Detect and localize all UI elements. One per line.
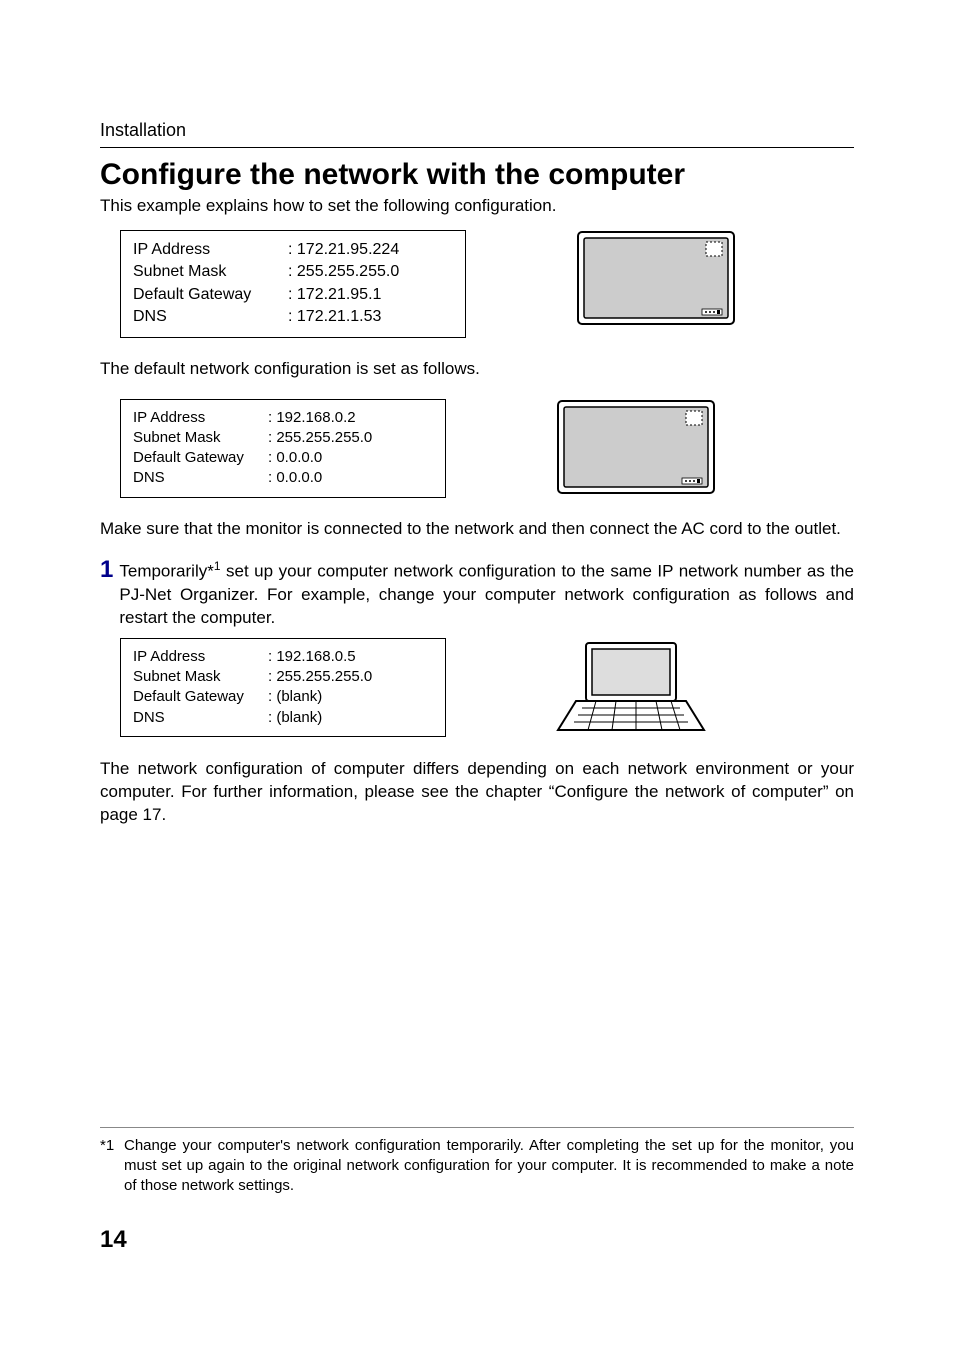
- step-1: 1 Temporarily*1 set up your computer net…: [100, 558, 854, 629]
- target-config-box: IP Address 172.21.95.224 Subnet Mask 255…: [120, 230, 466, 338]
- cfg-value-ip: 172.21.95.224: [288, 239, 399, 261]
- cfg-line: IP Address 192.168.0.5: [133, 647, 433, 667]
- cfg-label-mask: Subnet Mask: [133, 428, 268, 448]
- page-number: 14: [100, 1226, 854, 1254]
- cfg-label-gw: Default Gateway: [133, 284, 288, 306]
- default-config-box: IP Address 192.168.0.2 Subnet Mask 255.2…: [120, 399, 446, 498]
- cfg-line: DNS (blank): [133, 708, 433, 728]
- section-label: Installation: [100, 120, 854, 141]
- intro-text: This example explains how to set the fol…: [100, 196, 854, 216]
- cfg-line: DNS 172.21.1.53: [133, 306, 453, 328]
- step-text-b: set up your computer network configurati…: [119, 562, 854, 627]
- cfg-label-dns: DNS: [133, 708, 268, 728]
- computer-config-row: IP Address 192.168.0.5 Subnet Mask 255.2…: [100, 638, 854, 738]
- cfg-line: Subnet Mask 255.255.255.0: [133, 261, 453, 283]
- cfg-value-gw: (blank): [268, 687, 322, 707]
- cfg-label-mask: Subnet Mask: [133, 261, 288, 283]
- cfg-line: IP Address 192.168.0.2: [133, 408, 433, 428]
- cfg-line: Subnet Mask 255.255.255.0: [133, 667, 433, 687]
- cfg-value-dns: (blank): [268, 708, 322, 728]
- header-rule: [100, 147, 854, 148]
- cfg-value-dns: 172.21.1.53: [288, 306, 381, 328]
- default-intro-text: The default network configuration is set…: [100, 358, 854, 381]
- cfg-value-mask: 255.255.255.0: [288, 261, 399, 283]
- cfg-value-ip: 192.168.0.5: [268, 647, 356, 667]
- step-number: 1: [100, 558, 113, 582]
- footnote-rule: [100, 1127, 854, 1128]
- step-body: Temporarily*1 set up your computer netwo…: [119, 558, 854, 629]
- make-sure-text: Make sure that the monitor is connected …: [100, 518, 854, 541]
- cfg-value-mask: 255.255.255.0: [268, 667, 372, 687]
- closing-text: The network configuration of computer di…: [100, 758, 854, 827]
- page-title: Configure the network with the computer: [100, 158, 854, 192]
- cfg-line: DNS 0.0.0.0: [133, 468, 433, 488]
- cfg-label-ip: IP Address: [133, 647, 268, 667]
- cfg-value-dns: 0.0.0.0: [268, 468, 322, 488]
- monitor-icon: [556, 399, 716, 495]
- cfg-label-gw: Default Gateway: [133, 687, 268, 707]
- laptop-icon: [556, 638, 706, 738]
- cfg-value-gw: 0.0.0.0: [268, 448, 322, 468]
- monitor-icon: [576, 230, 736, 326]
- cfg-label-gw: Default Gateway: [133, 448, 268, 468]
- footnote-marker: *1: [100, 1136, 124, 1197]
- step-text-a: Temporarily*: [119, 562, 213, 581]
- cfg-line: IP Address 172.21.95.224: [133, 239, 453, 261]
- footnote-text: Change your computer's network configura…: [124, 1136, 854, 1197]
- cfg-line: Default Gateway (blank): [133, 687, 433, 707]
- cfg-label-ip: IP Address: [133, 408, 268, 428]
- computer-config-box: IP Address 192.168.0.5 Subnet Mask 255.2…: [120, 638, 446, 737]
- cfg-label-dns: DNS: [133, 468, 268, 488]
- cfg-label-ip: IP Address: [133, 239, 288, 261]
- cfg-value-ip: 192.168.0.2: [268, 408, 356, 428]
- cfg-label-mask: Subnet Mask: [133, 667, 268, 687]
- cfg-value-mask: 255.255.255.0: [268, 428, 372, 448]
- target-config-row: IP Address 172.21.95.224 Subnet Mask 255…: [100, 230, 854, 338]
- page: Installation Configure the network with …: [0, 0, 954, 1352]
- footnote: *1 Change your computer's network config…: [100, 1136, 854, 1197]
- cfg-line: Subnet Mask 255.255.255.0: [133, 428, 433, 448]
- cfg-value-gw: 172.21.95.1: [288, 284, 381, 306]
- default-config-row: IP Address 192.168.0.2 Subnet Mask 255.2…: [100, 399, 854, 498]
- cfg-line: Default Gateway 172.21.95.1: [133, 284, 453, 306]
- cfg-label-dns: DNS: [133, 306, 288, 328]
- cfg-line: Default Gateway 0.0.0.0: [133, 448, 433, 468]
